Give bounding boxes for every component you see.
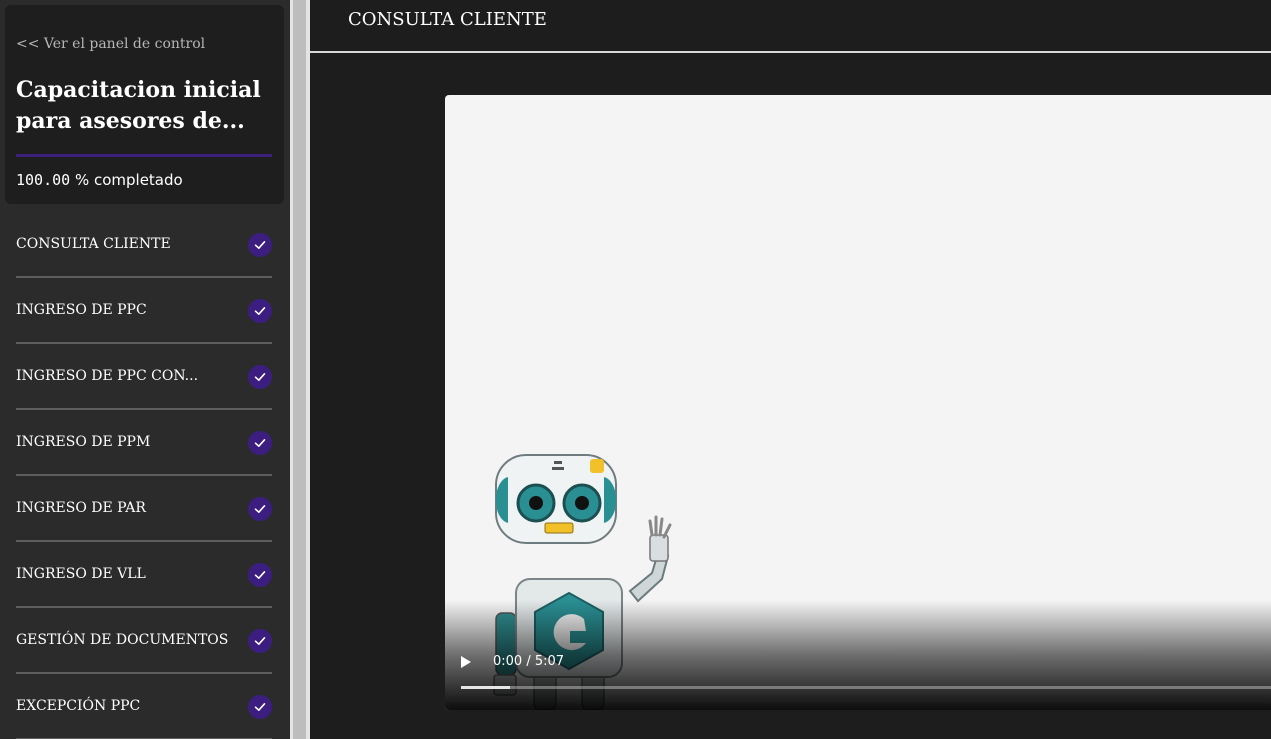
- checkmark-icon: [248, 365, 272, 389]
- lesson-label: GESTIÓN DE DOCUMENTOS: [16, 632, 229, 648]
- sidebar-item-lesson-3[interactable]: INGRESO DE PPC CON...: [16, 344, 272, 410]
- video-time: 0:00 / 5:07: [493, 654, 565, 669]
- video-controls-overlay: [445, 600, 1271, 710]
- play-button[interactable]: [460, 650, 480, 674]
- progress-value: 100.00: [16, 171, 71, 189]
- course-title-line-2: para asesores de...: [16, 108, 245, 134]
- video-seek-fill: [461, 686, 510, 689]
- sidebar-scrollbar-thumb[interactable]: [293, 0, 306, 739]
- checkmark-icon: [248, 299, 272, 323]
- lesson-label: INGRESO DE PPM: [16, 434, 151, 450]
- checkmark-icon: [248, 497, 272, 521]
- lesson-label: CONSULTA CLIENTE: [16, 236, 171, 252]
- sidebar-item-lesson-2[interactable]: INGRESO DE PPC: [16, 278, 272, 344]
- play-icon: [461, 656, 471, 668]
- lesson-list: CONSULTA CLIENTE INGRESO DE PPC INGRESO …: [16, 212, 272, 739]
- checkmark-icon: [248, 695, 272, 719]
- lesson-label: INGRESO DE PPC: [16, 302, 147, 318]
- sidebar-item-lesson-6[interactable]: INGRESO DE VLL: [16, 542, 272, 608]
- course-title: Capacitacion inicial para asesores de...: [16, 75, 276, 137]
- sidebar-item-lesson-1[interactable]: CONSULTA CLIENTE: [16, 212, 272, 278]
- sidebar-item-lesson-4[interactable]: INGRESO DE PPM: [16, 410, 272, 476]
- checkmark-icon: [248, 431, 272, 455]
- course-progress-bar: [16, 154, 272, 157]
- checkmark-icon: [248, 563, 272, 587]
- sidebar: << Ver el panel de control Capacitacion …: [0, 0, 290, 739]
- sidebar-item-lesson-5[interactable]: INGRESO DE PAR: [16, 476, 272, 542]
- lesson-label: EXCEPCIÓN PPC: [16, 698, 141, 714]
- video-seek-bar[interactable]: [461, 686, 1271, 689]
- checkmark-icon: [248, 233, 272, 257]
- video-player[interactable]: 0:00 / 5:07: [445, 95, 1271, 710]
- back-to-dashboard-link[interactable]: << Ver el panel de control: [16, 36, 205, 52]
- sidebar-item-lesson-8[interactable]: EXCEPCIÓN PPC: [16, 674, 272, 739]
- sidebar-item-lesson-7[interactable]: GESTIÓN DE DOCUMENTOS: [16, 608, 272, 674]
- lesson-title: CONSULTA CLIENTE: [348, 9, 547, 30]
- lesson-label: INGRESO DE VLL: [16, 566, 146, 582]
- course-progress-fill: [16, 154, 272, 157]
- lesson-label: INGRESO DE PPC CON...: [16, 368, 199, 384]
- lesson-label: INGRESO DE PAR: [16, 500, 146, 516]
- progress-text: 100.00 % completado: [16, 171, 183, 189]
- content-header: CONSULTA CLIENTE: [310, 0, 1271, 53]
- sidebar-scrollbar[interactable]: [290, 0, 310, 739]
- course-title-line-1: Capacitacion inicial: [16, 77, 261, 103]
- checkmark-icon: [248, 629, 272, 653]
- course-card: << Ver el panel de control Capacitacion …: [5, 5, 284, 204]
- progress-suffix: % completado: [70, 171, 183, 189]
